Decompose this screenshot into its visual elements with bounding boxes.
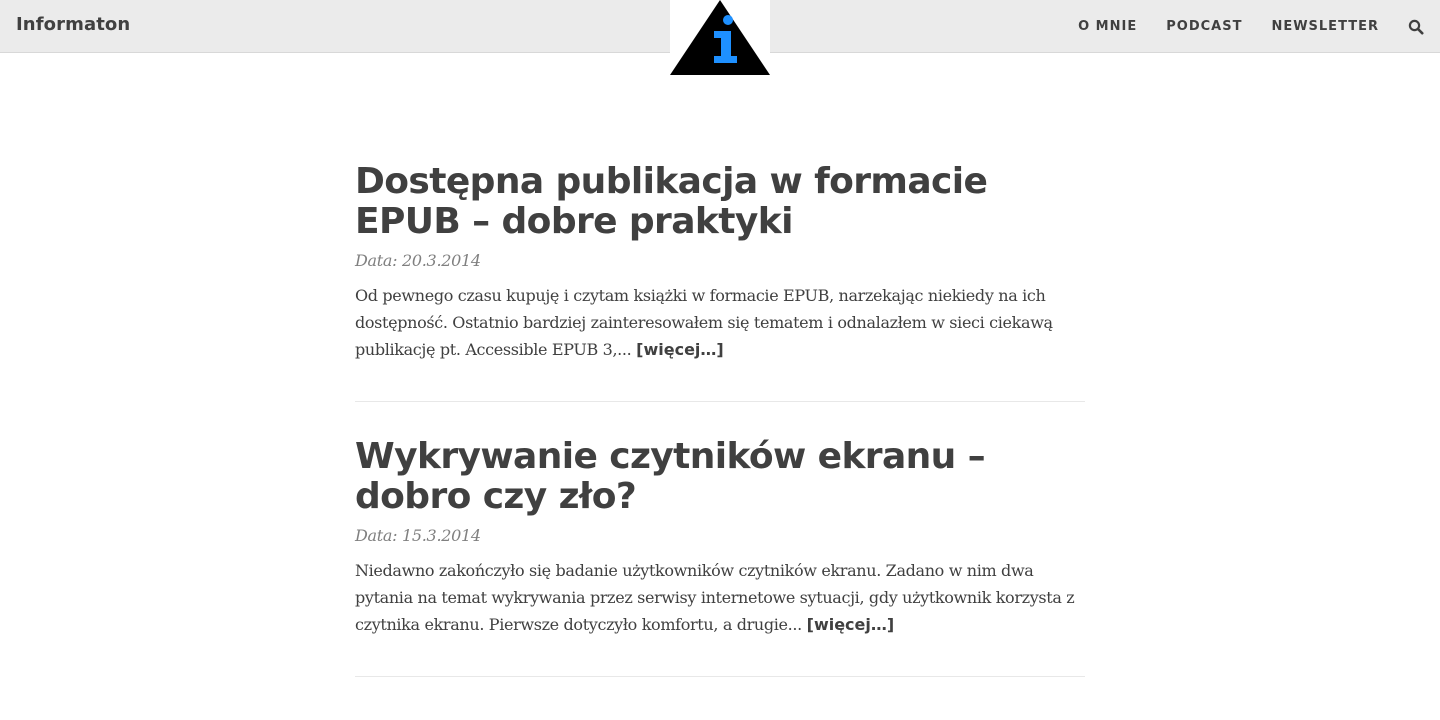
post-title: Wykrywanie czytników ekranu – dobro czy … [355,437,1085,517]
read-more-link[interactable]: [więcej…] [807,615,895,634]
post-excerpt: Od pewnego czasu kupuję i czytam książki… [355,282,1085,363]
nav-podcast[interactable]: PODCAST [1166,19,1242,34]
main-nav: O MNIE PODCAST NEWSLETTER [1078,0,1440,53]
post-preview: Dostępna publikacja w formacie EPUB – do… [355,162,1085,402]
post-excerpt-text: Niedawno zakończyło się badanie użytkown… [355,561,1075,634]
search-icon [1408,19,1424,34]
site-logo[interactable] [670,0,770,75]
post-date: Data: 15.3.2014 [355,526,481,545]
search-button[interactable] [1408,19,1424,35]
nav-newsletter[interactable]: NEWSLETTER [1271,19,1379,34]
site-brand-link[interactable]: Informaton [16,14,130,35]
read-more-link[interactable]: [więcej…] [636,340,724,359]
post-title: Dostępna publikacja w formacie EPUB – do… [355,162,1085,242]
post-excerpt: Niedawno zakończyło się badanie użytkown… [355,557,1085,638]
post-preview: Wykrywanie czytników ekranu – dobro czy … [355,437,1085,677]
post-list: Dostępna publikacja w formacie EPUB – do… [355,162,1085,712]
post-date: Data: 20.3.2014 [355,251,481,270]
info-triangle-icon [670,0,770,75]
top-navbar: Informaton O MNIE PODCAST NEWSLETTER [0,0,1440,75]
post-title-link[interactable]: Wykrywanie czytników ekranu – dobro czy … [355,436,986,517]
nav-o-mnie[interactable]: O MNIE [1078,19,1137,34]
post-title-link[interactable]: Dostępna publikacja w formacie EPUB – do… [355,161,988,242]
